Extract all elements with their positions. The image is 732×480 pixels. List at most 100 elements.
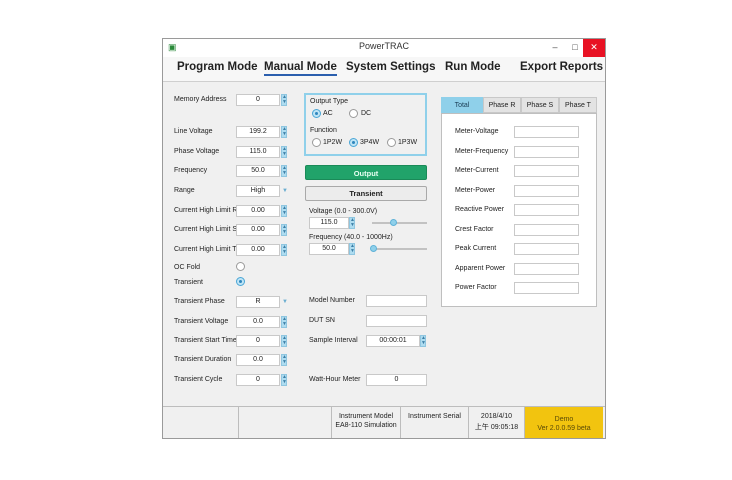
frequency-slider-label: Frequency (40.0 - 1000Hz) (309, 234, 393, 241)
transient-start-time-spinner[interactable]: ▲ ▼ (281, 335, 287, 347)
peak-current-label: Peak Current (455, 245, 497, 252)
transient-duration-spinner[interactable]: ▲ ▼ (281, 354, 287, 366)
minimize-button[interactable]: – (545, 39, 565, 57)
watt-hour-meter-label: Watt-Hour Meter (309, 376, 361, 383)
tab-phase-t[interactable]: Phase T (559, 97, 597, 113)
function-1p3w-radio[interactable] (387, 138, 396, 147)
output-type-dc-radio[interactable] (349, 109, 358, 118)
function-1p2w-radio[interactable] (312, 138, 321, 147)
power-factor-label: Power Factor (455, 284, 497, 291)
status-date: 2018/4/10 (480, 413, 513, 420)
transient-start-time-label: Transient Start Time (174, 337, 237, 344)
transient-toggle[interactable] (236, 277, 245, 286)
instrument-model-value: EA8-110 Simulation (335, 422, 397, 429)
transient-cycle-input[interactable]: 0 (236, 374, 280, 386)
line-voltage-input[interactable]: 199.2 (236, 126, 280, 138)
function-label: Function (310, 127, 337, 134)
transient-label: Transient (174, 279, 203, 286)
current-high-limit-s-label: Current High Limit S (174, 226, 238, 233)
function-3p4w-radio[interactable] (349, 138, 358, 147)
model-number-input[interactable] (366, 295, 427, 307)
frequency-spinner[interactable]: ▲ ▼ (281, 165, 287, 177)
memory-address-spinner[interactable]: ▲ ▼ (281, 94, 287, 106)
current-high-limit-t-input[interactable]: 0.00 (236, 244, 280, 256)
status-cell-empty-1 (163, 407, 239, 438)
transient-button[interactable]: Transient (305, 186, 427, 201)
meter-voltage-label: Meter-Voltage (455, 128, 499, 135)
output-type-dc-label: DC (361, 110, 372, 117)
menu-run-mode[interactable]: Run Mode (445, 61, 501, 73)
sample-interval-input[interactable]: 00:00:01 (366, 335, 420, 347)
oc-fold-label: OC Fold (174, 264, 201, 271)
oc-fold-toggle[interactable] (236, 262, 245, 271)
menu-manual-mode[interactable]: Manual Mode (264, 61, 337, 76)
transient-cycle-label: Transient Cycle (174, 376, 223, 383)
apparent-power-label: Apparent Power (455, 265, 506, 272)
maximize-button[interactable]: □ (565, 39, 585, 57)
close-button[interactable]: ✕ (583, 39, 605, 57)
transient-duration-input[interactable]: 0.0 (236, 354, 280, 366)
meter-voltage-value (514, 126, 579, 138)
chevron-down-icon[interactable]: ▼ (282, 188, 288, 194)
tab-phase-s[interactable]: Phase S (521, 97, 559, 113)
dut-sn-input[interactable] (366, 315, 427, 327)
meter-power-label: Meter-Power (455, 187, 496, 194)
output-button[interactable]: Output (305, 165, 427, 180)
output-type-ac-radio[interactable] (312, 109, 321, 118)
reactive-power-value (514, 204, 579, 216)
menu-export-reports[interactable]: Export Reports (520, 61, 603, 73)
tab-phase-r[interactable]: Phase R (483, 97, 521, 113)
current-high-limit-r-label: Current High Limit R (174, 207, 238, 214)
model-number-label: Model Number (309, 297, 355, 304)
meter-power-value (514, 185, 579, 197)
chevron-down-icon[interactable]: ▼ (282, 299, 288, 305)
transient-voltage-label: Transient Voltage (174, 318, 229, 325)
memory-address-input[interactable]: 0 (236, 94, 280, 106)
voltage-slider-track[interactable] (372, 222, 427, 224)
instrument-serial-cell: Instrument Serial (401, 407, 469, 438)
voltage-slider-thumb[interactable] (390, 219, 398, 226)
line-voltage-spinner[interactable]: ▲ ▼ (281, 126, 287, 138)
transient-cycle-spinner[interactable]: ▲ ▼ (281, 374, 287, 386)
current-high-limit-r-input[interactable]: 0.00 (236, 205, 280, 217)
transient-voltage-input[interactable]: 0.0 (236, 316, 280, 328)
menu-program-mode[interactable]: Program Mode (177, 61, 258, 73)
transient-phase-select[interactable]: R (236, 296, 280, 308)
transient-voltage-spinner[interactable]: ▲ ▼ (281, 316, 287, 328)
transient-duration-label: Transient Duration (174, 356, 232, 363)
meter-frequency-label: Meter-Frequency (455, 148, 509, 155)
datetime-cell: 2018/4/10 上午 09:05:18 (469, 407, 525, 438)
dut-sn-label: DUT SN (309, 317, 335, 324)
current-high-limit-t-label: Current High Limit T (174, 246, 237, 253)
apparent-power-value (514, 263, 579, 275)
instrument-model-label: Instrument Model (338, 413, 394, 420)
output-type-ac-label: AC (323, 110, 333, 117)
phase-voltage-input[interactable]: 115.0 (236, 146, 280, 158)
sample-interval-spinner[interactable]: ▲ ▼ (420, 335, 426, 347)
phase-voltage-spinner[interactable]: ▲ ▼ (281, 146, 287, 158)
frequency-slider-thumb[interactable] (369, 245, 377, 252)
range-select[interactable]: High (236, 185, 280, 197)
reactive-power-label: Reactive Power (455, 206, 505, 213)
menu-system-settings[interactable]: System Settings (346, 61, 435, 73)
frequency-slider-track[interactable] (372, 248, 427, 250)
tab-total[interactable]: Total (441, 97, 483, 113)
frequency-slider-input[interactable]: 50.0 (309, 243, 349, 255)
voltage-input[interactable]: 115.0 (309, 217, 349, 229)
crest-factor-value (514, 224, 579, 236)
instrument-model-cell: Instrument Model EA8-110 Simulation (332, 407, 401, 438)
peak-current-value (514, 243, 579, 255)
voltage-spinner[interactable]: ▲ ▼ (349, 217, 355, 229)
status-cell-empty-2 (239, 407, 332, 438)
current-high-limit-r-spinner[interactable]: ▲ ▼ (281, 205, 287, 217)
demo-label: Demo (554, 416, 574, 423)
frequency-input[interactable]: 50.0 (236, 165, 280, 177)
current-high-limit-t-spinner[interactable]: ▲ ▼ (281, 244, 287, 256)
menu-bar: Program Mode Manual Mode System Settings… (163, 57, 605, 82)
current-high-limit-s-spinner[interactable]: ▲ ▼ (281, 224, 287, 236)
frequency-slider-spinner[interactable]: ▲ ▼ (349, 243, 355, 255)
transient-start-time-input[interactable]: 0 (236, 335, 280, 347)
current-high-limit-s-input[interactable]: 0.00 (236, 224, 280, 236)
function-1p3w-label: 1P3W (398, 139, 418, 146)
window-title: PowerTRAC (358, 41, 409, 51)
